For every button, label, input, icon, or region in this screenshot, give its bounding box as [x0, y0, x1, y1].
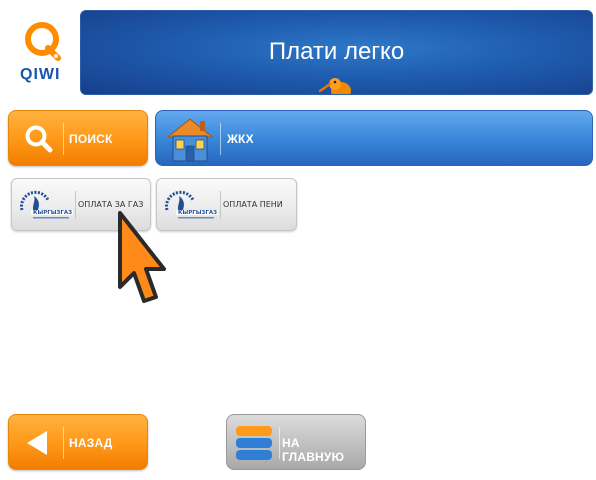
house-icon [166, 118, 214, 162]
arrow-left-icon [27, 431, 47, 455]
service-tile-penalty-payment[interactable]: КЫРГЫЗГАЗ ОПЛАТА ПЕНИ [156, 178, 297, 231]
kyrgyzgaz-logo-icon: КЫРГЫЗГАЗ [165, 190, 218, 219]
search-button-label: ПОИСК [69, 132, 113, 146]
kyrgyzgaz-logo-text: КЫРГЫЗГАЗ [178, 210, 217, 216]
category-jkh[interactable]: ЖКХ [155, 110, 593, 166]
search-button[interactable]: ПОИСК [8, 110, 148, 166]
magnifier-icon [25, 125, 53, 153]
brand-name: QIWI [20, 66, 61, 83]
mouse-pointer-icon [118, 211, 166, 303]
category-divider [220, 123, 221, 155]
kyrgyzgaz-logo-text: КЫРГЫЗГАЗ [33, 210, 72, 216]
home-button[interactable]: НА ГЛАВНУЮ [226, 414, 366, 470]
back-button[interactable]: НАЗАД [8, 414, 148, 470]
home-button-label: НА ГЛАВНУЮ [282, 436, 345, 464]
home-stack-icon [236, 426, 272, 460]
kyrgyzgaz-logo-icon: КЫРГЫЗГАЗ [20, 190, 73, 219]
button-divider [63, 427, 64, 459]
button-divider [279, 427, 280, 459]
header-banner: Плати легко [80, 10, 593, 95]
qiwi-logo-icon [25, 22, 61, 61]
banner-title: Плати легко [268, 38, 405, 65]
kiwi-bird-icon [319, 78, 351, 94]
tile-divider [75, 191, 76, 219]
qiwi-logo: QIWI [18, 18, 76, 90]
tile-divider [220, 191, 221, 219]
service-label-penalty: ОПЛАТА ПЕНИ [223, 200, 283, 209]
category-label: ЖКХ [227, 132, 254, 146]
back-button-label: НАЗАД [69, 436, 113, 450]
button-divider [63, 123, 64, 155]
